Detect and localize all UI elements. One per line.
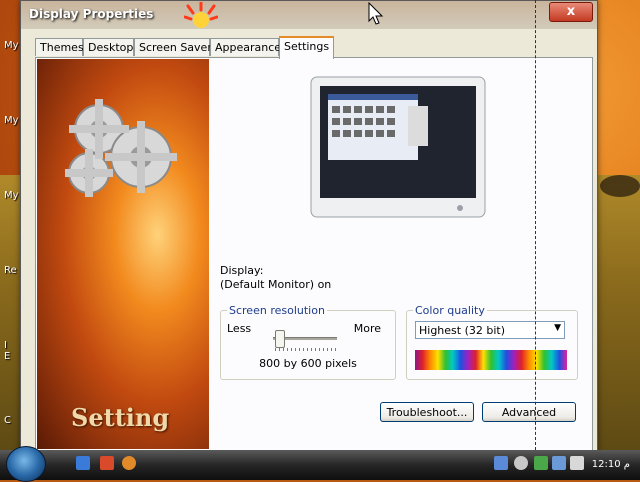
tab-themes[interactable]: Themes [35,38,84,56]
desktop-icon-label[interactable]: My [4,190,19,201]
tray-icon[interactable] [514,456,528,470]
side-image-title: Setting [71,403,170,432]
clock[interactable]: 12:10 م [592,459,630,470]
display-value: (Default Monitor) on [220,278,332,291]
chevron-down-icon[interactable]: ▼ [554,323,561,333]
sun-icon [184,2,218,28]
tab-settings[interactable]: Settings [279,36,334,59]
resolution-value: 800 by 600 pixels [259,357,357,370]
show-desktop-icon[interactable] [76,456,90,470]
less-label: Less [227,322,252,335]
settings-panel: Setting Display: (Default Monitor) on Sc… [35,57,593,451]
shield-icon[interactable] [534,456,548,470]
screen-resolution-legend: Screen resolution [227,304,327,317]
mouse-cursor-icon [368,2,384,25]
settings-side-image: Setting [37,59,209,449]
more-label: More [353,322,381,335]
dashed-guide-line [535,0,536,450]
close-button[interactable]: x [549,2,593,22]
advanced-button[interactable]: Advanced [482,402,576,422]
tab-desktop[interactable]: Desktop [83,38,134,56]
browser-icon[interactable] [122,456,136,470]
desktop-icon-label[interactable]: My [4,115,19,126]
title-bar[interactable]: Display Properties x [21,1,597,29]
color-quality-legend: Color quality [413,304,487,317]
window-title: Display Properties [29,7,154,21]
tab-screen-saver[interactable]: Screen Saver [134,38,212,56]
resolution-slider-ticks [275,348,337,351]
network-icon[interactable] [552,456,566,470]
monitor-preview-icon [310,76,486,218]
color-quality-group: Color quality Highest (32 bit) ▼ [406,304,578,380]
troubleshoot-button[interactable]: Troubleshoot... [380,402,474,422]
desktop-icon-label[interactable]: C [4,415,11,426]
desktop-icon-label[interactable]: Re [4,265,17,276]
color-quality-selected: Highest (32 bit) [419,324,506,337]
color-quality-select[interactable]: Highest (32 bit) ▼ [415,321,565,339]
color-spectrum-bar [415,350,567,370]
desktop-icon-label[interactable]: I E [4,340,10,362]
volume-icon[interactable] [570,456,584,470]
display-label: Display: [220,264,264,277]
display-properties-window: Display Properties x Themes Desktop Scre… [20,0,598,456]
quicklaunch-icon[interactable] [100,456,114,470]
tab-appearance[interactable]: Appearance [210,38,281,56]
start-button[interactable] [6,446,46,482]
resolution-slider-thumb[interactable] [275,330,285,348]
screen-resolution-group: Screen resolution Less More 800 by 600 p… [220,304,396,380]
language-icon[interactable] [494,456,508,470]
gears-icon [65,99,177,197]
wallpaper-tree [600,175,640,197]
